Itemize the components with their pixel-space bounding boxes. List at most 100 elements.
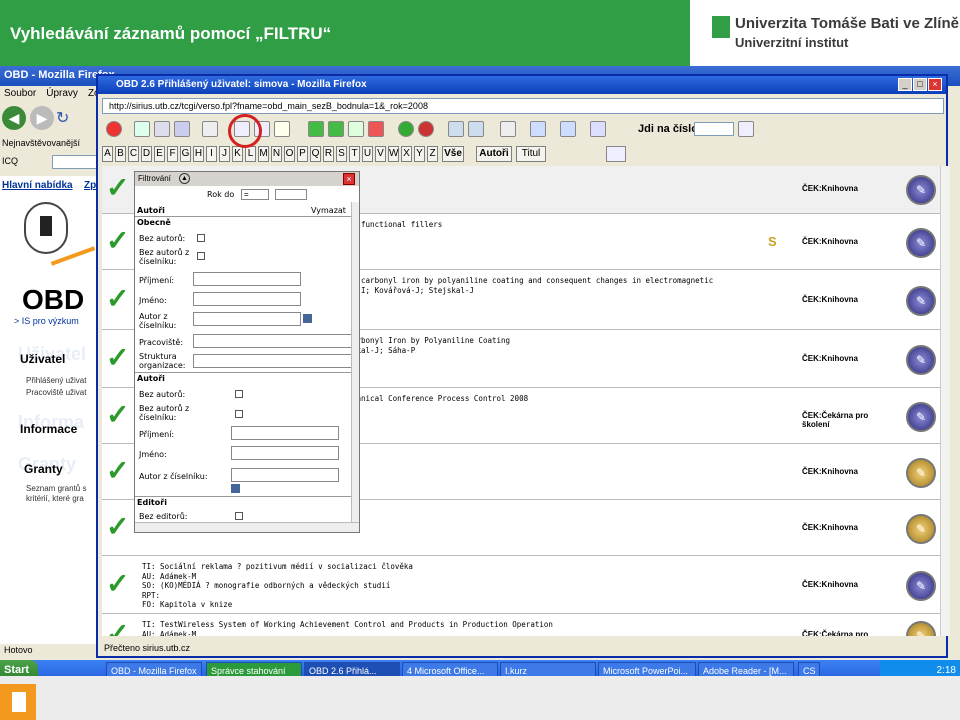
delete-icon[interactable] — [368, 121, 384, 137]
vymazat-button[interactable]: Vymazat — [311, 206, 346, 215]
rok-op-select[interactable]: = — [241, 189, 269, 200]
back-icon[interactable]: ◀ — [2, 106, 26, 130]
maximize-button[interactable]: □ — [913, 78, 927, 91]
refresh-icon[interactable] — [174, 121, 190, 137]
edit-disc-blue-icon[interactable]: ✎ — [906, 286, 936, 316]
check-icon[interactable] — [134, 121, 150, 137]
settings-icon[interactable] — [590, 121, 606, 137]
edit-disc-blue-icon[interactable]: ✎ — [906, 345, 936, 375]
edit-disc-blue-icon[interactable]: ✎ — [906, 571, 936, 601]
jmeno-input[interactable] — [193, 292, 301, 306]
letter-button-v[interactable]: V — [375, 146, 386, 162]
url-bar[interactable]: http://sirius.utb.cz/tcgi/verso.fpl?fnam… — [102, 98, 944, 114]
power-icon[interactable] — [106, 121, 122, 137]
icq-input[interactable] — [52, 155, 98, 169]
pracoviste-input[interactable] — [193, 334, 353, 348]
prijmeni-input[interactable] — [193, 272, 301, 286]
letter-button-a[interactable]: A — [102, 146, 113, 162]
link-hlavni-nabidka[interactable]: Hlavní nabídka — [2, 180, 73, 191]
filter-hscrollbar[interactable] — [135, 522, 359, 532]
titul-button[interactable]: Titul — [516, 146, 546, 162]
edit-disc-gold-icon[interactable]: ✎ — [906, 458, 936, 488]
window-icon[interactable] — [560, 121, 576, 137]
letter-button-z[interactable]: Z — [427, 146, 438, 162]
letter-button-k[interactable]: K — [232, 146, 243, 162]
letter-button-x[interactable]: X — [401, 146, 412, 162]
record-row[interactable]: ✓ TI: Sociální reklama ? pozitivum médií … — [102, 558, 940, 614]
letter-button-b[interactable]: B — [115, 146, 126, 162]
autori-button[interactable]: Autoři — [476, 146, 512, 162]
letter-button-f[interactable]: F — [167, 146, 178, 162]
edit-disc-blue-icon[interactable]: ✎ — [906, 175, 936, 205]
vertical-scrollbar[interactable] — [940, 166, 950, 636]
letter-button-n[interactable]: N — [271, 146, 282, 162]
letter-button-t[interactable]: T — [349, 146, 360, 162]
cross-icon[interactable] — [154, 121, 170, 137]
record-row[interactable]: ✓ TI: TestWireless System of Working Achi… — [102, 616, 940, 636]
letter-button-s[interactable]: S — [336, 146, 347, 162]
picker-icon[interactable] — [303, 314, 312, 323]
letter-button-c[interactable]: C — [128, 146, 139, 162]
filter-scrollbar[interactable] — [351, 202, 359, 524]
start-button[interactable]: Start — [0, 660, 38, 676]
minimize-button[interactable]: _ — [898, 78, 912, 91]
edit-icon[interactable] — [348, 121, 364, 137]
letter-button-o[interactable]: O — [284, 146, 295, 162]
edit-disc-blue-icon[interactable]: ✎ — [906, 402, 936, 432]
struktura-input[interactable] — [193, 354, 353, 368]
letter-button-j[interactable]: J — [219, 146, 230, 162]
system-tray-clock[interactable]: 2:18 — [880, 660, 960, 676]
autor-cis2-input[interactable] — [231, 468, 339, 482]
letter-button-q[interactable]: Q — [310, 146, 321, 162]
rok-do-input[interactable] — [275, 189, 307, 200]
picker-icon[interactable] — [231, 484, 240, 493]
letter-button-i[interactable]: I — [206, 146, 217, 162]
notepad-icon[interactable] — [500, 121, 516, 137]
letter-button-d[interactable]: D — [141, 146, 152, 162]
close-button[interactable]: × — [928, 78, 942, 91]
print-icon[interactable] — [202, 121, 218, 137]
letter-button-m[interactable]: M — [258, 146, 269, 162]
edit-disc-blue-icon[interactable]: ✎ — [906, 228, 936, 258]
task-office[interactable]: 4 Microsoft Office... — [402, 662, 498, 676]
prijmeni2-input[interactable] — [231, 426, 339, 440]
letter-button-r[interactable]: R — [323, 146, 334, 162]
menu-upravy[interactable]: Úpravy — [42, 88, 78, 99]
task-spravce[interactable]: Správce stahování — [206, 662, 302, 676]
reload-icon[interactable]: ↻ — [56, 110, 69, 127]
riv-search-icon[interactable] — [738, 121, 754, 137]
riv-input[interactable] — [694, 122, 734, 136]
letter-button-l[interactable]: L — [245, 146, 256, 162]
bez-autoru-cis-checkbox[interactable] — [197, 252, 205, 260]
letter-button-y[interactable]: Y — [414, 146, 425, 162]
filter-close-button[interactable]: × — [343, 173, 355, 185]
task-obd-firefox[interactable]: OBD - Mozilla Firefox — [106, 662, 202, 676]
forward-icon[interactable]: ▶ — [30, 106, 54, 130]
add-icon[interactable] — [308, 121, 324, 137]
menu-soubor[interactable]: Soubor — [0, 88, 36, 99]
extra-filter-icon[interactable] — [606, 146, 626, 162]
letter-button-w[interactable]: W — [388, 146, 399, 162]
lock-green-icon[interactable] — [398, 121, 414, 137]
task-obd26[interactable]: OBD 2.6 Přihlá... — [304, 662, 400, 676]
vse-button[interactable]: Vše — [442, 146, 464, 162]
letter-button-e[interactable]: E — [154, 146, 165, 162]
key-icon[interactable] — [274, 121, 290, 137]
link-zpet[interactable]: Zp — [84, 180, 96, 191]
bookmark-item[interactable]: Nejnavštěvovanější — [2, 138, 80, 148]
import-icon[interactable] — [468, 121, 484, 137]
folder-icon[interactable] — [530, 121, 546, 137]
collapse-icon[interactable]: ▲ — [179, 173, 190, 184]
bez-autoru-checkbox[interactable] — [197, 234, 205, 242]
task-kurz[interactable]: I.kurz — [500, 662, 596, 676]
letter-button-p[interactable]: P — [297, 146, 308, 162]
bez-editoru-checkbox[interactable] — [235, 512, 243, 520]
edit-disc-gold-icon[interactable]: ✎ — [906, 514, 936, 544]
bez-autoru-cis2-checkbox[interactable] — [235, 410, 243, 418]
task-cs[interactable]: CS — [798, 662, 820, 676]
lock-red-icon[interactable] — [418, 121, 434, 137]
letter-button-g[interactable]: G — [180, 146, 191, 162]
letter-button-h[interactable]: H — [193, 146, 204, 162]
copy-icon[interactable] — [328, 121, 344, 137]
bez-autoru2-checkbox[interactable] — [235, 390, 243, 398]
